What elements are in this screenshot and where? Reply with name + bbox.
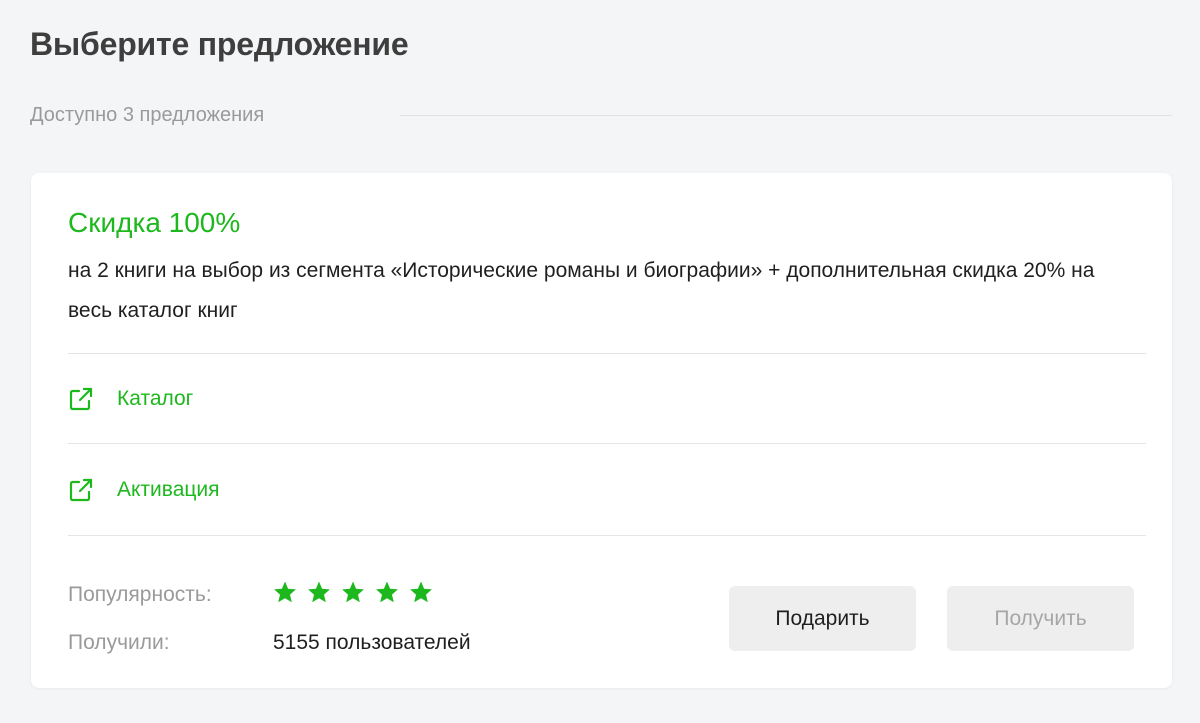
- page-title: Выберите предложение: [30, 26, 409, 62]
- divider: [400, 114, 1172, 116]
- received-label: Получили:: [68, 631, 170, 654]
- divider: [68, 535, 1146, 536]
- external-link-icon: [68, 477, 94, 503]
- catalog-link[interactable]: Каталог: [68, 379, 193, 419]
- offer-description: на 2 книги на выбор из сегмента «Историч…: [68, 259, 1095, 322]
- external-link-icon: [68, 386, 94, 412]
- offer-title: Скидка 100%: [68, 207, 241, 238]
- offers-count-row: Доступно 3 предложения: [30, 100, 1172, 130]
- popularity-rating: [273, 580, 433, 604]
- star-icon: [410, 581, 432, 603]
- get-button[interactable]: Получить: [947, 586, 1134, 651]
- divider: [68, 353, 1146, 354]
- catalog-link-label: Каталог: [117, 387, 194, 410]
- gift-button[interactable]: Подарить: [729, 586, 916, 651]
- offer-card: Скидка 100% на 2 книги на выбор из сегме…: [31, 173, 1172, 688]
- activation-link-label: Активация: [117, 478, 220, 501]
- popularity-label: Популярность:: [68, 583, 212, 606]
- received-count: 5155 пользователей: [273, 631, 471, 654]
- star-icon: [376, 581, 398, 603]
- divider: [68, 443, 1146, 444]
- star-icon: [342, 581, 364, 603]
- offers-count: Доступно 3 предложения: [30, 103, 265, 126]
- star-icon: [308, 581, 330, 603]
- star-icon: [274, 581, 296, 603]
- activation-link[interactable]: Активация: [68, 470, 220, 510]
